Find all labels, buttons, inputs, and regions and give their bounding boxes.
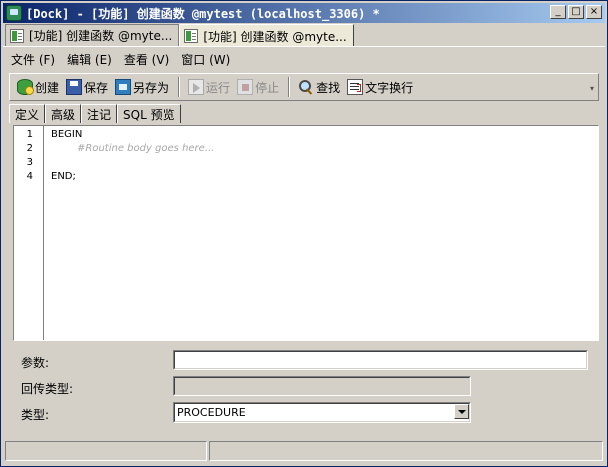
window-controls: _ □ × [548,5,602,19]
editor-tabs: 定义 高级 注记 SQL 预览 [9,104,181,123]
find-button[interactable]: 查找 [295,76,343,98]
chevron-down-icon[interactable] [454,404,469,419]
app-icon [6,5,22,21]
toolbar-overflow-icon[interactable]: ▾ [590,84,594,93]
create-button[interactable]: 创建 [14,76,62,98]
line-number: 3 [26,157,33,168]
stop-button[interactable]: 停止 [234,76,282,98]
run-label: 运行 [206,80,231,95]
status-pane-left [5,441,207,461]
function-doc-icon [184,29,199,43]
main-window: [Dock] - [功能] 创建函数 @mytest (localhost_33… [0,0,608,467]
doc-tab-label: [功能] 创建函数 @myte... [29,29,173,43]
type-select[interactable]: PROCEDURE [173,402,471,423]
save-button[interactable]: 保存 [63,76,111,98]
stop-icon [237,79,254,95]
doc-tab-1[interactable]: [功能] 创建函数 @myte... [5,24,180,46]
line-number: 4 [26,171,33,182]
word-wrap-label: 文字换行 [365,80,414,95]
run-icon [188,79,205,95]
create-label: 创建 [35,80,60,95]
params-input[interactable] [174,351,587,369]
save-as-label: 另存为 [133,80,170,95]
code-line: BEGIN [51,129,83,140]
tab-definition[interactable]: 定义 [9,104,46,123]
menu-edit[interactable]: 编辑 (E) [67,51,112,68]
save-as-icon [115,79,132,95]
tab-divider [3,46,605,47]
toolbar: 创建 保存 另存为 运行 停止 查找 文字换行 ▾ [9,73,599,101]
doc-tab-label: [功能] 创建函数 @myte... [203,29,347,44]
document-tabs: [功能] 创建函数 @myte... [功能] 创建函数 @myte... [5,24,354,47]
find-label: 查找 [316,80,341,95]
menu-file[interactable]: 文件 (F) [11,51,55,68]
menu-window[interactable]: 窗口 (W) [181,51,230,68]
tab-comment[interactable]: 注记 [81,104,118,123]
type-label: 类型: [21,408,50,422]
minimize-button[interactable]: _ [550,5,566,19]
code-editor[interactable]: 1 2 3 4 BEGIN #Routine body goes here...… [13,125,599,341]
return-type-field-wrap [173,376,471,396]
code-line: END; [51,171,76,182]
run-button[interactable]: 运行 [185,76,233,98]
close-button[interactable]: × [586,5,602,19]
stop-label: 停止 [255,80,280,95]
create-db-icon [17,79,34,95]
tab-sql-preview[interactable]: SQL 预览 [117,104,181,123]
line-number-gutter: 1 2 3 4 [14,126,44,340]
line-number: 2 [26,143,33,154]
params-label: 参数: [21,356,50,370]
status-pane-right [209,441,603,461]
function-doc-icon [10,28,24,43]
toolbar-separator [178,77,181,97]
return-type-label: 回传类型: [21,382,74,396]
return-type-input [174,377,470,395]
word-wrap-icon [347,79,364,95]
magnifier-icon [298,79,314,95]
type-select-inner: PROCEDURE [174,403,470,422]
tab-advanced[interactable]: 高级 [45,104,82,123]
title-bar[interactable]: [Dock] - [功能] 创建函数 @mytest (localhost_33… [3,3,605,23]
code-area[interactable]: BEGIN #Routine body goes here... END; [44,126,214,340]
type-select-value: PROCEDURE [177,406,246,419]
save-as-button[interactable]: 另存为 [112,76,172,98]
maximize-button[interactable]: □ [568,5,584,19]
params-field-wrap [173,350,588,370]
word-wrap-button[interactable]: 文字换行 [344,76,416,98]
floppy-disk-icon [66,79,83,95]
status-bar [5,441,605,463]
line-number: 1 [26,129,33,140]
menu-bar: 文件 (F) 编辑 (E) 查看 (V) 窗口 (W) [11,51,230,68]
code-comment-line: #Routine body goes here... [77,143,215,154]
save-label: 保存 [84,80,109,95]
window-title: [Dock] - [功能] 创建函数 @mytest (localhost_33… [26,6,380,21]
menu-view[interactable]: 查看 (V) [124,51,169,68]
doc-tab-2[interactable]: [功能] 创建函数 @myte... [179,24,354,47]
toolbar-separator [288,77,291,97]
